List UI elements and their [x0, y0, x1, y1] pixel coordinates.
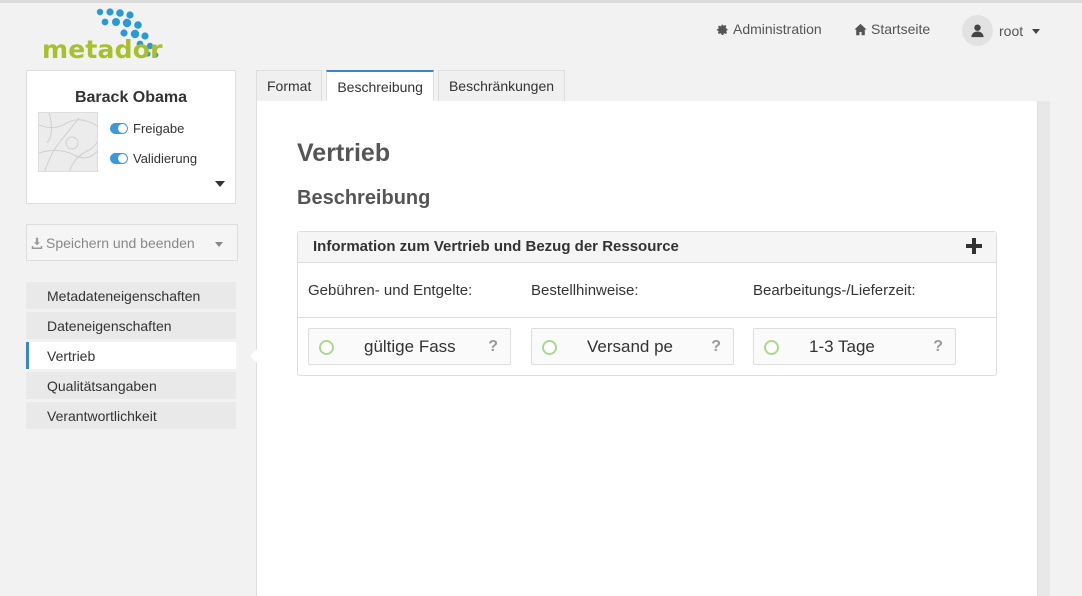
divider: [298, 317, 996, 318]
scrollbar[interactable]: [1037, 101, 1050, 596]
distribution-info-title: Information zum Vertrieb und Bezug der R…: [313, 238, 679, 255]
section-nav: Metadateneigenschaften Dateneigenschafte…: [26, 282, 236, 432]
nav-startseite[interactable]: Startseite: [854, 21, 930, 37]
distribution-info-box: Information zum Vertrieb und Bezug der R…: [297, 231, 997, 376]
fees-label: Gebühren- und Entgelte:: [308, 282, 473, 299]
chevron-down-icon: [1032, 29, 1041, 34]
tab-beschreibung[interactable]: Beschreibung: [326, 70, 434, 102]
active-section-pointer: [250, 348, 258, 364]
sidenav-item-dateneigenschaften[interactable]: Dateneigenschaften: [26, 312, 236, 339]
toggle-validierung-label: Validierung: [133, 151, 198, 166]
toggle-validierung[interactable]: Validierung: [110, 151, 197, 166]
record-title: Barack Obama: [74, 89, 188, 106]
order-notes-value[interactable]: Versand pe: [587, 329, 682, 364]
metador-logo[interactable]: metador: [40, 8, 170, 66]
top-border: [0, 0, 1082, 3]
toggle-switch[interactable]: [110, 153, 128, 164]
tab-beschraenkungen[interactable]: Beschränkungen: [437, 70, 566, 101]
help-icon[interactable]: ?: [711, 329, 721, 365]
help-icon[interactable]: ?: [933, 329, 943, 365]
toggle-freigabe[interactable]: Freigabe: [110, 121, 184, 136]
fees-field[interactable]: gültige Fass ?: [308, 328, 511, 365]
radio-button[interactable]: [542, 340, 557, 355]
order-notes-field[interactable]: Versand pe ?: [531, 328, 734, 365]
toggle-freigabe-label: Freigabe: [133, 121, 185, 136]
gear-icon: [716, 24, 728, 35]
username: root: [999, 22, 1024, 39]
toggle-switch[interactable]: [110, 123, 128, 134]
save-and-exit-button[interactable]: Speichern und beenden: [26, 224, 238, 261]
avatar: [962, 15, 993, 46]
save-and-exit-label: Speichern und beenden: [46, 234, 195, 251]
chevron-down-icon[interactable]: [215, 242, 223, 247]
page-title: Vertrieb: [297, 139, 391, 167]
order-notes-label: Bestellhinweise:: [531, 282, 639, 299]
section-title: Beschreibung: [297, 187, 431, 209]
radio-button[interactable]: [764, 340, 779, 355]
help-icon[interactable]: ?: [488, 329, 498, 365]
add-icon[interactable]: [966, 238, 982, 254]
map-thumbnail[interactable]: [38, 112, 98, 172]
delivery-time-value[interactable]: 1-3 Tage: [809, 329, 904, 364]
user-icon: [971, 24, 984, 38]
card-expand-icon[interactable]: [215, 181, 225, 187]
sidenav-item-vertrieb[interactable]: Vertrieb: [26, 342, 236, 369]
delivery-time-field[interactable]: 1-3 Tage ?: [753, 328, 956, 365]
delivery-time-label: Bearbeitungs-/Lieferzeit:: [753, 282, 916, 299]
nav-administration-label: Administration: [733, 21, 822, 37]
record-card: Barack Obama Freigabe Validierung: [26, 70, 236, 204]
sidenav-item-qualitaetsangaben[interactable]: Qualitätsangaben: [26, 372, 236, 399]
user-menu[interactable]: root: [962, 15, 1041, 46]
tab-bar: Format Beschreibung Beschränkungen: [256, 70, 569, 102]
logo-text: metador: [42, 35, 163, 64]
distribution-info-header: Information zum Vertrieb und Bezug der R…: [298, 232, 996, 263]
radio-button[interactable]: [319, 340, 334, 355]
sidenav-item-verantwortlichkeit[interactable]: Verantwortlichkeit: [26, 402, 236, 429]
home-icon: [854, 23, 867, 35]
tab-format[interactable]: Format: [256, 70, 323, 101]
nav-startseite-label: Startseite: [871, 21, 931, 37]
map-thumbnail-image: [39, 113, 97, 171]
nav-administration[interactable]: Administration: [716, 21, 822, 37]
fees-value[interactable]: gültige Fass: [364, 329, 459, 364]
sidenav-item-metadateneigenschaften[interactable]: Metadateneigenschaften: [26, 282, 236, 309]
download-icon: [31, 237, 43, 249]
